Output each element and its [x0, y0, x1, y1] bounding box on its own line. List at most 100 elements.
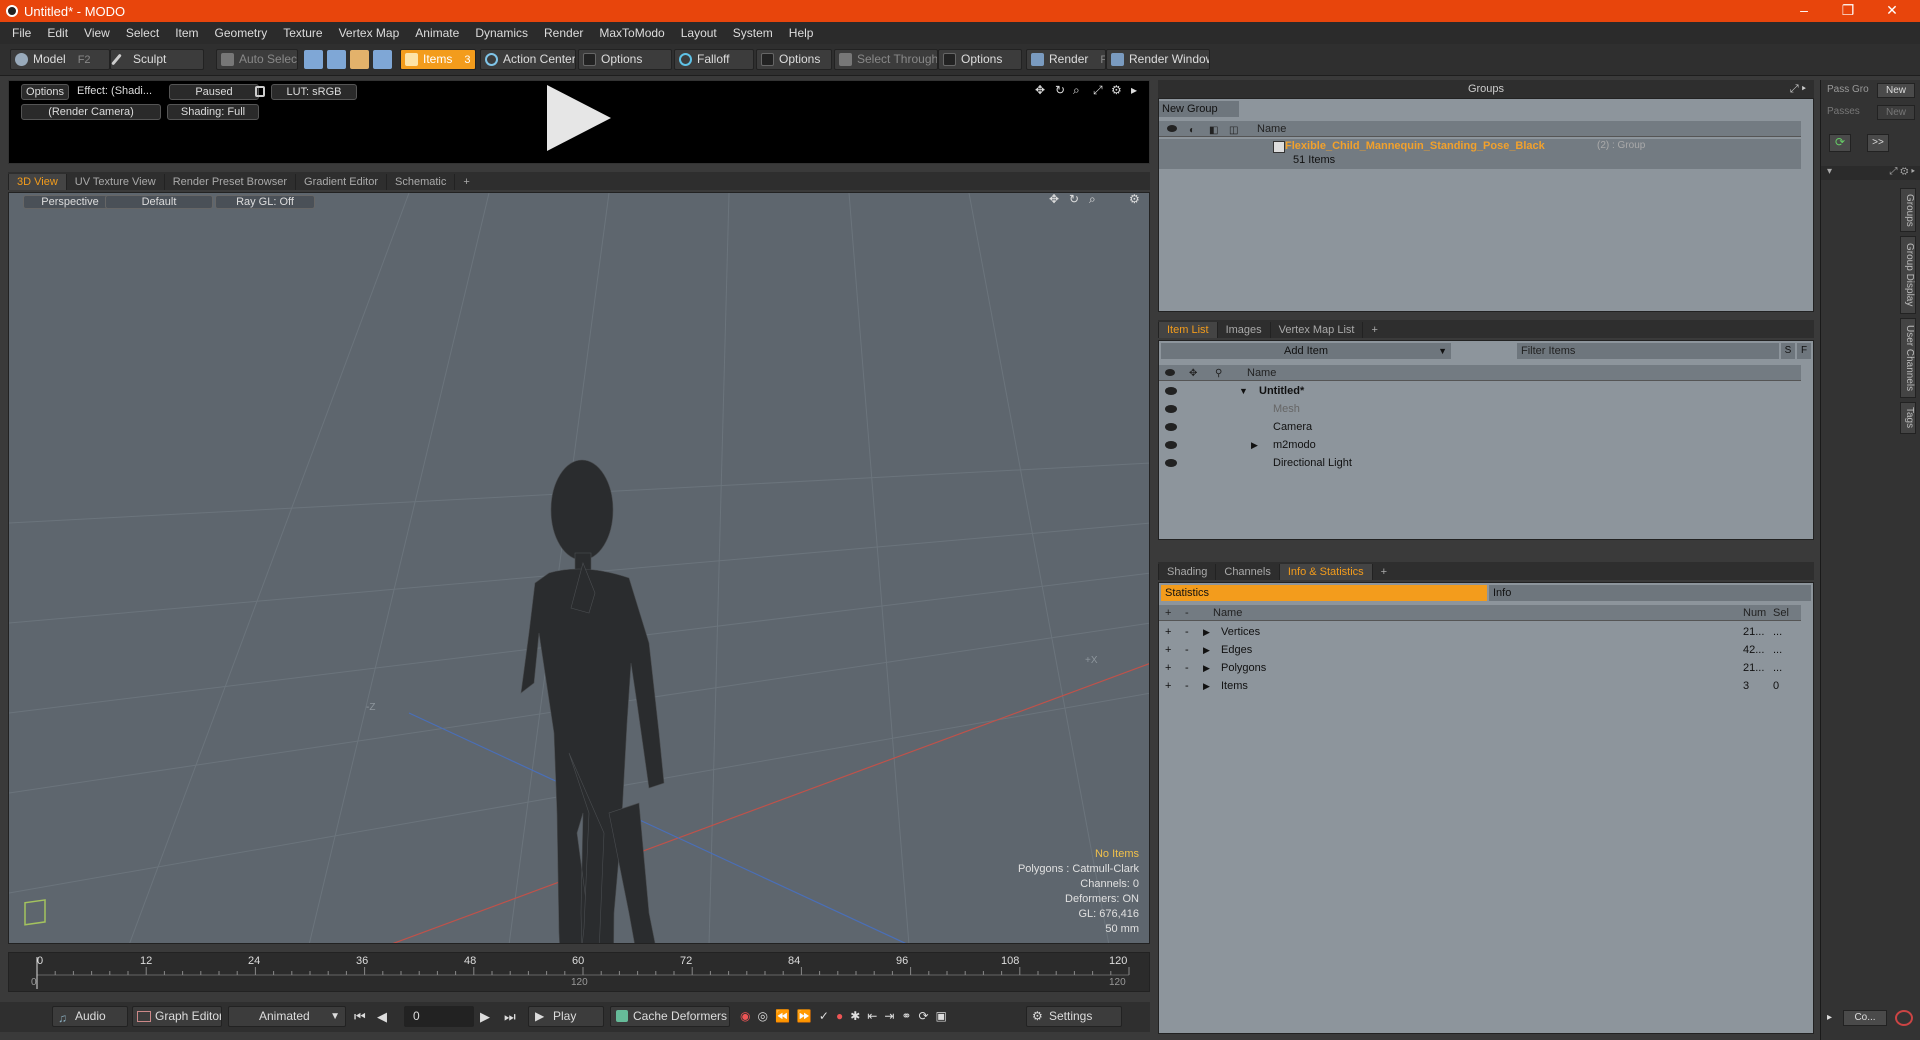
menu-texture[interactable]: Texture [275, 26, 330, 40]
tree-row-camera[interactable]: Camera [1159, 418, 1801, 436]
stats-row-edges[interactable]: + - ▶ Edges 42...... [1159, 641, 1801, 659]
side-gear-icon[interactable]: ⤢ ⚙ ▸ [1889, 166, 1915, 177]
menu-dynamics[interactable]: Dynamics [467, 26, 536, 40]
raygl-dropdown[interactable]: Ray GL: Off [215, 195, 315, 209]
menu-render[interactable]: Render [536, 26, 591, 40]
auto-key-icon[interactable]: ◉ [740, 1009, 750, 1023]
audio-button[interactable]: ♫ Audio [52, 1006, 128, 1027]
close-button[interactable]: ✕ [1870, 0, 1914, 22]
materials-mode-icon[interactable] [373, 50, 392, 69]
viewport-zoom-icon[interactable]: ⌕ [1089, 193, 1096, 207]
falloff-options-button[interactable]: Options [756, 49, 832, 70]
preview-options-button[interactable]: Options [21, 84, 69, 100]
action-center-button[interactable]: Action Center [480, 49, 576, 70]
select-through-button[interactable]: Select Through [834, 49, 938, 70]
set-key-icon[interactable]: ✓ [819, 1009, 829, 1023]
itemlist-add-tab[interactable]: + [1362, 322, 1385, 338]
edges-mode-icon[interactable] [327, 50, 346, 69]
info-tab[interactable]: Info [1489, 585, 1811, 601]
tab-3d-view[interactable]: 3D View [8, 174, 66, 190]
side-tab-group-display[interactable]: Group Display [1900, 236, 1916, 314]
collapse-minus-icon[interactable]: - [1185, 641, 1189, 659]
action-center-options-button[interactable]: Options [578, 49, 672, 70]
step-back-icon[interactable]: ◀ [377, 1009, 387, 1025]
range-end[interactable]: 120 [1109, 977, 1126, 988]
row-expand-icon[interactable]: ▶ [1203, 677, 1210, 695]
tab-channels[interactable]: Channels [1215, 564, 1278, 580]
paused-button[interactable]: Paused [169, 84, 259, 100]
lock-icon[interactable] [255, 86, 265, 97]
range-start[interactable]: 0 [31, 977, 37, 988]
menu-edit[interactable]: Edit [39, 26, 76, 40]
lut-dropdown[interactable]: LUT: sRGB [271, 84, 357, 100]
settings-button[interactable]: ⚙ Settings [1026, 1006, 1122, 1027]
tree-row-m2modo[interactable]: ▶ m2modo [1159, 436, 1801, 454]
tab-shading[interactable]: Shading [1158, 564, 1215, 580]
key-options-icon[interactable]: ✱ [850, 1009, 860, 1023]
effect-dropdown[interactable]: Effect: (Shadi... [73, 84, 163, 100]
menu-file[interactable]: File [4, 26, 39, 40]
maximize-button[interactable]: ❐ [1826, 0, 1870, 22]
expand-icon[interactable]: ▶ [1251, 436, 1258, 454]
f-button[interactable]: F [1797, 343, 1811, 359]
sculpt-button[interactable]: Sculpt [110, 49, 204, 70]
collapse-minus-icon[interactable]: - [1185, 677, 1189, 695]
skip-end-icon[interactable]: ⏭ [504, 1009, 516, 1025]
viewport-rotate-icon[interactable]: ↻ [1069, 193, 1079, 206]
select-through-options-button[interactable]: Options [938, 49, 1022, 70]
row-expand-icon[interactable]: ▶ [1203, 659, 1210, 677]
eye-icon[interactable] [1165, 387, 1177, 395]
menu-maxtomodo[interactable]: MaxToModo [591, 26, 672, 40]
stats-row-items[interactable]: + - ▶ Items 3 0 [1159, 677, 1801, 695]
polygons-mode-icon[interactable] [350, 50, 369, 69]
link-icon[interactable]: ⚭ [901, 1009, 911, 1023]
filter-items-input[interactable]: Filter Items [1517, 343, 1779, 359]
menu-geometry[interactable]: Geometry [207, 26, 276, 40]
tab-item-list[interactable]: Item List [1158, 322, 1217, 338]
expand-plus-icon[interactable]: + [1165, 623, 1171, 641]
key-filter-icon[interactable]: ◎ [757, 1009, 767, 1023]
stats-row-polygons[interactable]: + - ▶ Polygons 21...... [1159, 659, 1801, 677]
prev-key-icon[interactable]: ⏪ [775, 1009, 790, 1023]
refresh-icon[interactable]: ⟳ [1829, 134, 1851, 152]
collapse-icon[interactable]: ▼ [1239, 382, 1248, 400]
tab-gradient-editor[interactable]: Gradient Editor [295, 174, 386, 190]
s-button[interactable]: S [1781, 343, 1795, 359]
eye-icon[interactable] [1165, 459, 1177, 467]
co-button[interactable]: Co... [1843, 1010, 1887, 1026]
menu-layout[interactable]: Layout [673, 26, 725, 40]
falloff-button[interactable]: Falloff [674, 49, 754, 70]
default-dropdown[interactable]: Default [105, 195, 213, 209]
rotate-icon[interactable]: ↻ [1055, 83, 1065, 97]
render-button[interactable]: RenderF9 [1026, 49, 1106, 70]
record-icon[interactable]: ● [836, 1009, 843, 1023]
eye-icon[interactable] [1165, 405, 1177, 413]
expand-plus-icon[interactable]: + [1165, 659, 1171, 677]
play-icon[interactable] [547, 85, 611, 151]
tab-images[interactable]: Images [1216, 322, 1270, 338]
tree-row-untitled[interactable]: ▼ Untitled* [1159, 382, 1801, 400]
record-circle-icon[interactable] [1895, 1010, 1913, 1026]
shading-dropdown[interactable]: Shading: Full [167, 104, 259, 120]
cache-deformers-button[interactable]: Cache Deformers [610, 1006, 730, 1027]
collapse-minus-icon[interactable]: - [1185, 659, 1189, 677]
arrow-right-icon[interactable]: ▸ [1131, 83, 1137, 97]
tree-row-directional-light[interactable]: Directional Light [1159, 454, 1801, 472]
menu-vertex-map[interactable]: Vertex Map [331, 26, 408, 40]
expand-plus-icon[interactable]: + [1165, 677, 1171, 695]
go-prev-icon[interactable]: ⇤ [867, 1009, 877, 1023]
items-button[interactable]: Items 3 [400, 49, 476, 70]
add-item-button[interactable]: Add Item ▼ [1161, 343, 1451, 359]
step-forward-icon[interactable]: ▶ [480, 1009, 490, 1025]
frame-input[interactable]: 0 [404, 1006, 474, 1027]
new-pass-button[interactable]: New [1877, 105, 1915, 120]
options-small-icon[interactable]: ▣ [936, 1009, 947, 1023]
skip-start-icon[interactable]: ⏮ [354, 1009, 366, 1025]
tab-uv-texture-view[interactable]: UV Texture View [65, 174, 164, 190]
tree-row-mesh[interactable]: Mesh [1159, 400, 1801, 418]
new-pass-group-button[interactable]: New [1877, 83, 1915, 98]
side-chevron-icon[interactable]: ▾ [1827, 166, 1832, 177]
eye-icon[interactable] [1165, 423, 1177, 431]
menu-help[interactable]: Help [781, 26, 822, 40]
row-expand-icon[interactable]: ▶ [1203, 641, 1210, 659]
